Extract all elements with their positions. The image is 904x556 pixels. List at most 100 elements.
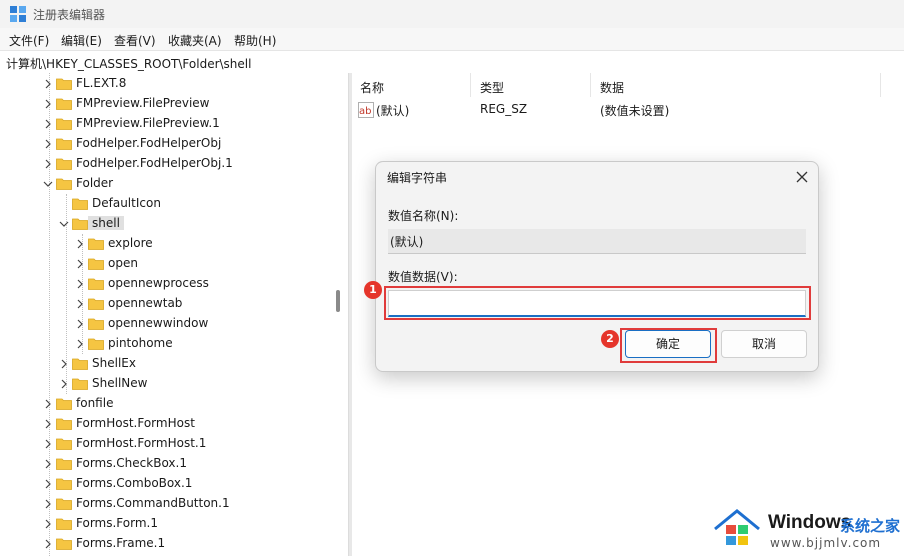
value-name-text: (默认) [390, 235, 424, 249]
tree-item[interactable]: opennewtab [75, 294, 350, 314]
edit-string-dialog: 编辑字符串 数值名称(N): (默认) 数值数据(V): 1 确定 2 取消 [364, 161, 819, 372]
window-title: 注册表编辑器 [33, 8, 106, 22]
tree-item[interactable]: pintohome [75, 334, 350, 354]
chevron-right-icon[interactable] [43, 79, 53, 89]
chevron-right-icon[interactable] [43, 539, 53, 549]
tree-item[interactable]: FodHelper.FodHelperObj [43, 134, 323, 154]
tree-item[interactable]: opennewwindow [75, 314, 350, 334]
tree-item-label: ShellEx [92, 356, 136, 370]
tree-item-label: pintohome [108, 336, 173, 350]
folder-icon [88, 318, 104, 330]
chevron-right-icon[interactable] [75, 239, 85, 249]
value-type: REG_SZ [480, 102, 528, 116]
chevron-right-icon[interactable] [43, 439, 53, 449]
address-path: 计算机\HKEY_CLASSES_ROOT\Folder\shell [6, 57, 252, 71]
tree-item[interactable]: Folder [43, 174, 323, 194]
tree-item[interactable]: Forms.ComboBox.1 [43, 474, 323, 494]
chevron-right-icon[interactable] [59, 359, 69, 369]
close-icon[interactable] [792, 167, 812, 187]
folder-icon [88, 258, 104, 270]
column-divider[interactable] [470, 73, 471, 97]
tree-item[interactable]: shell [59, 214, 339, 234]
windows-house-logo-icon [714, 509, 760, 545]
tree-item[interactable]: ShellEx [59, 354, 339, 374]
chevron-right-icon[interactable] [59, 379, 69, 389]
folder-icon [56, 98, 72, 110]
tree-item[interactable]: FL.EXT.8 [43, 74, 323, 94]
tree-item-label: opennewtab [108, 296, 183, 310]
tree-item[interactable]: open [75, 254, 350, 274]
chevron-right-icon[interactable] [75, 339, 85, 349]
menu-favorites[interactable]: 收藏夹(A) [168, 32, 222, 49]
chevron-right-icon[interactable] [43, 119, 53, 129]
chevron-right-icon[interactable] [43, 159, 53, 169]
chevron-right-icon[interactable] [43, 99, 53, 109]
folder-icon [56, 158, 72, 170]
tree-item[interactable]: Forms.CommandButton.1 [43, 494, 323, 514]
menu-edit[interactable]: 编辑(E) [61, 32, 102, 49]
folder-icon [88, 298, 104, 310]
column-divider[interactable] [880, 73, 881, 97]
chevron-right-icon[interactable] [75, 279, 85, 289]
tree-item[interactable]: FMPreview.FilePreview [43, 94, 323, 114]
tree-item[interactable]: FormHost.FormHost [43, 414, 323, 434]
chevron-right-icon[interactable] [43, 419, 53, 429]
menu-view[interactable]: 查看(V) [114, 32, 156, 49]
menu-file[interactable]: 文件(F) [9, 32, 49, 49]
menu-help[interactable]: 帮助(H) [234, 32, 276, 49]
tree-item[interactable]: FormHost.FormHost.1 [43, 434, 323, 454]
tree-item[interactable]: fonfile [43, 394, 323, 414]
chevron-right-icon[interactable] [75, 299, 85, 309]
folder-icon [72, 218, 88, 230]
folder-icon [72, 358, 88, 370]
chevron-down-icon[interactable] [59, 219, 69, 229]
chevron-down-icon[interactable] [43, 179, 53, 189]
chevron-right-icon[interactable] [43, 499, 53, 509]
watermark-brand: Windows [768, 512, 852, 533]
tree-item-label: Forms.CommandButton.1 [76, 496, 230, 510]
tree-item[interactable]: DefaultIcon [59, 194, 339, 214]
folder-icon [56, 458, 72, 470]
chevron-right-icon[interactable] [43, 139, 53, 149]
tree-item-label: opennewprocess [108, 276, 209, 290]
tree-scrollbar-thumb[interactable] [336, 290, 340, 312]
tree-item-label: ShellNew [92, 376, 148, 390]
tree-item-label: explore [108, 236, 153, 250]
tree-item[interactable]: Forms.Form.1 [43, 514, 323, 534]
tree-scrollbar[interactable] [331, 73, 345, 556]
value-row[interactable]: ab (默认) REG_SZ (数值未设置) [358, 101, 878, 119]
step-badge-2: 2 [601, 330, 619, 348]
chevron-right-icon[interactable] [75, 259, 85, 269]
column-header-name[interactable]: 名称 [360, 79, 384, 96]
registry-editor-icon [10, 6, 26, 22]
chevron-right-icon[interactable] [75, 319, 85, 329]
tree-item[interactable]: explore [75, 234, 350, 254]
chevron-right-icon[interactable] [43, 459, 53, 469]
column-header-type[interactable]: 类型 [480, 79, 504, 96]
value-data-label: 数值数据(V): [388, 270, 458, 284]
tree-item-label: FodHelper.FodHelperObj.1 [76, 156, 233, 170]
tree-item-label: FMPreview.FilePreview [76, 96, 210, 110]
key-tree[interactable]: FL.EXT.8 FMPreview.FilePreview FMPreview.F… [0, 73, 350, 556]
tree-item-label: FL.EXT.8 [76, 76, 127, 90]
tree-item[interactable]: Forms.CheckBox.1 [43, 454, 323, 474]
tree-item-label: FMPreview.FilePreview.1 [76, 116, 220, 130]
watermark: Windows 系统之家 www.bjjmlv.com [712, 505, 904, 556]
address-bar[interactable]: 计算机\HKEY_CLASSES_ROOT\Folder\shell [0, 50, 904, 74]
folder-icon [56, 118, 72, 130]
folder-icon [72, 198, 88, 210]
column-header-data[interactable]: 数据 [600, 79, 624, 96]
chevron-right-icon[interactable] [43, 519, 53, 529]
tree-item[interactable]: opennewprocess [75, 274, 350, 294]
column-divider[interactable] [590, 73, 591, 97]
tree-item[interactable]: ShellNew [59, 374, 339, 394]
watermark-url: www.bjjmlv.com [770, 536, 882, 550]
tree-item[interactable]: FMPreview.FilePreview.1 [43, 114, 323, 134]
cancel-button[interactable]: 取消 [721, 330, 807, 358]
chevron-right-icon[interactable] [43, 399, 53, 409]
tree-item-label: FodHelper.FodHelperObj [76, 136, 222, 150]
tree-item[interactable]: FodHelper.FodHelperObj.1 [43, 154, 323, 174]
folder-icon [56, 78, 72, 90]
tree-item[interactable]: Forms.Frame.1 [43, 534, 323, 554]
chevron-right-icon[interactable] [43, 479, 53, 489]
